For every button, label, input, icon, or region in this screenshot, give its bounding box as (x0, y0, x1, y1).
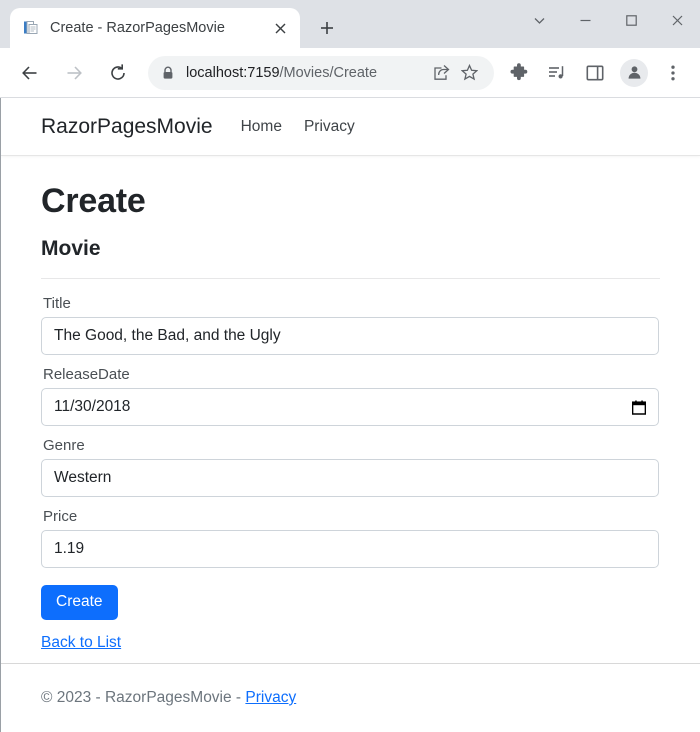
navbar-links: Home Privacy (241, 118, 355, 136)
url-host: localhost:7159 (186, 64, 280, 81)
form-actions: Create (41, 579, 659, 620)
page-viewport: RazorPagesMovie Home Privacy Create Movi… (0, 98, 700, 732)
tab-strip: Create - RazorPagesMovie (0, 0, 700, 48)
url-path: /Movies/Create (279, 64, 378, 81)
title-input[interactable]: The Good, the Bad, and the Ugly (41, 317, 659, 355)
three-dot-menu-icon[interactable] (657, 57, 689, 89)
lock-icon (160, 66, 176, 80)
minimize-icon[interactable] (562, 0, 608, 40)
side-panel-icon[interactable] (579, 57, 611, 89)
forward-button-icon[interactable] (57, 56, 91, 90)
maximize-icon[interactable] (608, 0, 654, 40)
tab-search-chevron-down-icon[interactable] (516, 0, 562, 40)
back-to-list-link[interactable]: Back to List (41, 634, 121, 652)
calendar-icon[interactable] (631, 400, 646, 415)
section-divider (41, 278, 660, 279)
title-input-value: The Good, the Bad, and the Ugly (54, 327, 281, 344)
nav-link-home[interactable]: Home (241, 118, 282, 136)
page-title: Create (41, 182, 146, 220)
label-price: Price (43, 508, 78, 525)
nav-link-privacy[interactable]: Privacy (304, 118, 355, 136)
browser-tab-active[interactable]: Create - RazorPagesMovie (10, 8, 300, 48)
footer-copyright: © 2023 - RazorPagesMovie - (41, 689, 246, 706)
new-tab-button[interactable] (312, 13, 342, 43)
release-date-input[interactable]: 11/30/2018 (41, 388, 659, 426)
navbar-brand[interactable]: RazorPagesMovie (41, 115, 213, 139)
bookmark-star-icon[interactable] (456, 64, 482, 81)
media-playlist-icon[interactable] (541, 57, 573, 89)
browser-window: Create - RazorPagesMovie localhost:7159/… (0, 0, 700, 732)
movie-create-form: Title The Good, the Bad, and the Ugly Re… (41, 295, 659, 652)
field-group-genre: Genre Western (41, 437, 659, 497)
document-page-favicon (22, 19, 40, 37)
release-date-input-value: 11/30/2018 (54, 398, 131, 415)
extensions-puzzle-piece-icon[interactable] (503, 57, 535, 89)
tab-title: Create - RazorPagesMovie (50, 20, 225, 36)
section-title: Movie (41, 237, 101, 260)
field-group-price: Price 1.19 (41, 508, 659, 568)
site-navbar: RazorPagesMovie Home Privacy (1, 98, 700, 156)
person-avatar-icon[interactable] (620, 58, 648, 87)
genre-input[interactable]: Western (41, 459, 659, 497)
field-group-release-date: ReleaseDate 11/30/2018 (41, 366, 659, 426)
reload-button-icon[interactable] (101, 56, 135, 90)
close-window-icon[interactable] (654, 0, 700, 40)
back-link-row: Back to List (41, 620, 659, 652)
window-controls (516, 0, 700, 40)
label-release-date: ReleaseDate (43, 366, 130, 383)
browser-toolbar: localhost:7159/Movies/Create (0, 48, 700, 98)
main-content: Create Movie Title The Good, the Bad, an… (1, 182, 700, 652)
create-submit-button[interactable]: Create (41, 585, 118, 620)
price-input[interactable]: 1.19 (41, 530, 659, 568)
share-icon[interactable] (428, 64, 454, 81)
close-tab-icon[interactable] (268, 16, 292, 40)
price-input-value: 1.19 (54, 540, 85, 557)
address-bar[interactable]: localhost:7159/Movies/Create (148, 55, 494, 90)
footer-text: © 2023 - RazorPagesMovie - Privacy (41, 689, 296, 707)
genre-input-value: Western (54, 469, 112, 486)
site-footer: © 2023 - RazorPagesMovie - Privacy (1, 663, 700, 732)
url-text: localhost:7159/Movies/Create (186, 65, 426, 81)
back-button-icon[interactable] (13, 56, 47, 90)
field-group-title: Title The Good, the Bad, and the Ugly (41, 295, 659, 355)
label-title: Title (43, 295, 71, 312)
footer-privacy-link[interactable]: Privacy (245, 689, 296, 706)
label-genre: Genre (43, 437, 85, 454)
